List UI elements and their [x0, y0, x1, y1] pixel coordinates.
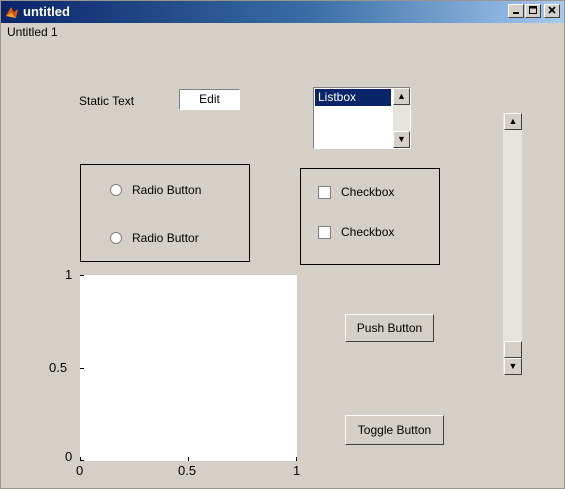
arrow-up-icon: ▲ [397, 91, 406, 101]
arrow-down-icon: ▼ [397, 134, 406, 144]
listbox[interactable]: Listbox ▲ ▼ [313, 87, 411, 149]
y-tick-mark-top [80, 275, 84, 276]
slider-up-button[interactable]: ▲ [504, 113, 522, 130]
checkbox-1-box[interactable] [318, 186, 331, 199]
y-tick-label: 0 [65, 449, 73, 464]
x-tick-label: 0.5 [178, 463, 197, 478]
edit-field[interactable]: Edit [179, 89, 240, 110]
x-tick-mark-right [296, 457, 297, 461]
radio-button-1-label[interactable]: Radio Button [132, 183, 201, 197]
x-tick-mark-mid [188, 457, 189, 461]
toggle-button[interactable]: Toggle Button [345, 415, 444, 445]
close-button[interactable] [544, 4, 560, 18]
radio-button-2-label[interactable]: Radio Buttor [132, 231, 199, 245]
maximize-button[interactable] [525, 4, 541, 18]
push-button[interactable]: Push Button [345, 314, 434, 342]
checkbox-2-label[interactable]: Checkbox [341, 225, 394, 239]
slider-thumb[interactable] [504, 341, 522, 358]
plot-axes[interactable] [80, 275, 297, 461]
figure-subtitle: Untitled 1 [7, 25, 58, 39]
listbox-scroll-up-button[interactable]: ▲ [393, 88, 410, 105]
listbox-scrollbar[interactable]: ▲ ▼ [393, 88, 410, 148]
close-icon [548, 6, 556, 14]
checkbox-1-label[interactable]: Checkbox [341, 185, 394, 199]
y-tick-mark-mid [80, 368, 84, 369]
minimize-icon [513, 12, 519, 14]
arrow-down-icon: ▼ [508, 361, 518, 371]
window-title: untitled [23, 4, 70, 19]
x-tick-mark-left [80, 457, 81, 461]
vertical-slider[interactable]: ▲ ▼ [503, 113, 522, 375]
arrow-up-icon: ▲ [508, 116, 518, 126]
y-tick-label: 1 [65, 267, 73, 282]
minimize-button[interactable] [508, 4, 524, 18]
x-tick-label: 0 [76, 463, 84, 478]
title-bar[interactable]: untitled [1, 1, 564, 23]
listbox-item[interactable]: Listbox [315, 89, 391, 106]
matlab-logo-icon [6, 7, 18, 18]
radio-button-2-circle[interactable] [110, 232, 122, 244]
static-text-label: Static Text [79, 94, 135, 108]
y-tick-label: 0.5 [49, 360, 68, 375]
checkbox-2-box[interactable] [318, 226, 331, 239]
matlab-figure-window: untitled Untitled 1 Static Text Edit Lis… [0, 0, 565, 489]
checkbox-panel: Checkbox Checkbox [300, 168, 440, 265]
maximize-icon [529, 6, 537, 14]
radio-button-1-circle[interactable] [110, 184, 122, 196]
slider-down-button[interactable]: ▼ [504, 358, 522, 375]
radio-button-panel: Radio Button Radio Buttor [80, 164, 250, 262]
listbox-scroll-down-button[interactable]: ▼ [393, 131, 410, 148]
x-tick-label: 1 [293, 463, 301, 478]
